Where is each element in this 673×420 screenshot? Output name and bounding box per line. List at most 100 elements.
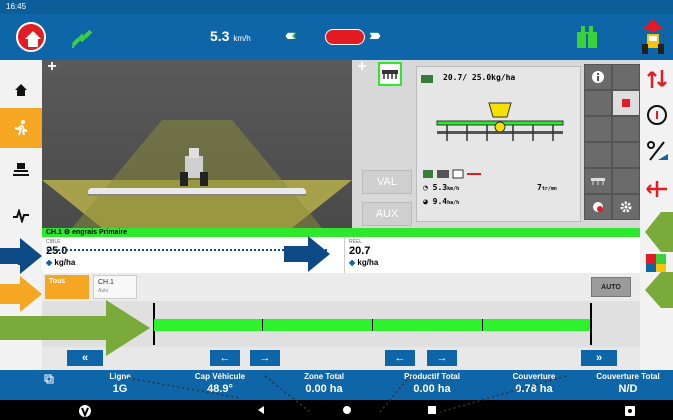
sidebar-item-usb[interactable] xyxy=(0,238,42,278)
info-heading-label: Cap Véhicule xyxy=(194,372,246,381)
actual-unit: kg/ha xyxy=(357,258,379,267)
spreader-small-icon xyxy=(591,178,605,185)
navigation-row: « ← → ← → » xyxy=(42,347,640,370)
lightbar-left-chevrons: ‹‹‹‹‹‹ xyxy=(285,27,298,44)
copy-icon[interactable] xyxy=(44,374,54,384)
val-button[interactable]: VAL xyxy=(362,170,412,194)
section-divider xyxy=(372,319,373,331)
tab-ch1-sub: Auto xyxy=(98,288,109,294)
info-zone-total: Zone Total 0.00 ha xyxy=(276,372,372,395)
percent-icon[interactable] xyxy=(644,138,670,164)
auto-button[interactable]: AUTO xyxy=(591,277,631,297)
left-sidebar xyxy=(0,60,42,370)
grid-cell-5[interactable] xyxy=(584,142,612,168)
target-value[interactable]: 25.0 xyxy=(46,245,67,257)
top-bar: 5.3 km/h ‹‹‹‹‹‹ ›››››› xyxy=(0,14,673,60)
right-toolbar xyxy=(640,60,673,370)
clock: 16:45 xyxy=(6,2,27,11)
tab-all-label: Tous xyxy=(49,278,66,285)
info-heading-value: 48.9° xyxy=(207,383,233,395)
info-icon xyxy=(592,71,604,83)
back-icon[interactable] xyxy=(256,405,266,415)
section-status-bar[interactable] xyxy=(154,319,592,331)
sidebar-item-diagnostics[interactable] xyxy=(0,196,42,236)
rotate-icon[interactable] xyxy=(644,102,670,128)
tractor-settings-icon xyxy=(13,163,29,176)
info-coverage-total: Couverture Total N/D xyxy=(580,372,673,395)
usb-icon xyxy=(16,251,26,265)
first-page-button[interactable]: « xyxy=(67,350,103,366)
home-button[interactable] xyxy=(16,22,46,52)
tab-all[interactable]: Tous xyxy=(45,275,89,299)
info-productive-total: Productif Total 0.00 ha xyxy=(384,372,480,395)
drop-icon: ◆ xyxy=(46,258,53,267)
panel-expand-button[interactable]: + xyxy=(354,59,370,76)
channel-name: CH.1 xyxy=(46,229,62,236)
channel-mode: Primaire xyxy=(99,229,128,236)
info-line: Ligne 1G xyxy=(72,372,168,395)
last-page-button[interactable]: » xyxy=(581,350,617,366)
shift-right-button[interactable]: → xyxy=(250,350,280,366)
swap-icon[interactable] xyxy=(644,66,670,92)
shift-left-button-2[interactable]: ← xyxy=(385,350,415,366)
grid-cell-3[interactable] xyxy=(584,116,612,142)
rate-divider xyxy=(344,237,345,273)
rate-panel: CIBLE 25.0 ◆ kg/ha RÉEL 20.7 ◆ kg/ha xyxy=(42,237,640,273)
camera-icon[interactable] xyxy=(624,403,636,417)
implement-icon[interactable] xyxy=(575,24,599,50)
aux-button[interactable]: AUX xyxy=(362,202,412,226)
product-icon: ⚙ xyxy=(63,229,71,236)
channel-header: CH.1 ⚙ engrais Primaire xyxy=(42,228,640,237)
valve-button[interactable] xyxy=(612,90,640,116)
field-scene xyxy=(42,120,352,228)
boom-right-edge xyxy=(590,303,592,345)
dotted-line xyxy=(47,249,327,251)
map-icon[interactable] xyxy=(644,250,670,276)
field-3d-view[interactable]: + xyxy=(42,60,352,228)
section-divider xyxy=(262,319,263,331)
settings-button[interactable] xyxy=(612,194,640,220)
status-bar: 16:45 xyxy=(0,0,673,14)
spreader-diagram xyxy=(436,102,564,141)
section-settings-button[interactable] xyxy=(584,194,612,220)
info-zone-total-value: 0.00 ha xyxy=(305,383,343,395)
grid-cell-2[interactable] xyxy=(584,90,612,116)
section-bar xyxy=(42,301,640,347)
grid-cell-7[interactable] xyxy=(612,168,640,194)
lightbar-center-indicator xyxy=(325,29,365,45)
sidebar-item-tractor-settings[interactable] xyxy=(0,150,42,190)
implement-select-button[interactable] xyxy=(378,62,402,86)
shift-right-button-2[interactable]: → xyxy=(427,350,457,366)
zoom-in-button[interactable]: + xyxy=(44,60,60,76)
shift-left-button[interactable]: ← xyxy=(210,350,240,366)
actual-value: 20.7 xyxy=(349,245,371,257)
info-zone-total-label: Zone Total xyxy=(304,372,344,381)
sidebar-item-run[interactable] xyxy=(0,108,42,148)
grid-cell-4[interactable] xyxy=(612,116,640,142)
info-coverage-total-value: N/D xyxy=(618,383,638,395)
rotation-line: 7tr/mn xyxy=(537,183,557,192)
tab-ch1-label: CH.1 xyxy=(98,279,114,286)
satellite-icon[interactable] xyxy=(70,26,94,50)
offset-icon[interactable] xyxy=(644,176,670,202)
info-button[interactable] xyxy=(584,64,612,90)
recents-icon[interactable] xyxy=(427,405,437,415)
spreader-mode-button[interactable] xyxy=(584,168,612,194)
info-heading: Cap Véhicule 48.9° xyxy=(172,372,268,395)
grid-cell-1[interactable] xyxy=(612,64,640,90)
target-unit: kg/ha xyxy=(54,258,76,267)
info-productive-total-label: Productif Total xyxy=(404,372,460,381)
tractor-icon[interactable] xyxy=(638,18,668,56)
info-coverage: Couverture 0.78 ha xyxy=(486,372,582,395)
running-icon xyxy=(14,120,28,136)
sidebar-item-home[interactable] xyxy=(0,70,42,110)
grid-cell-6[interactable] xyxy=(612,142,640,168)
home-nav-icon[interactable] xyxy=(342,405,352,415)
speed-value: 5.3 xyxy=(210,28,230,44)
pulse-icon xyxy=(13,209,29,223)
info-coverage-value: 0.78 ha xyxy=(515,383,553,395)
rate-ratio: 20.7/ 25.0kg/ha xyxy=(443,73,516,82)
tab-ch1[interactable]: CH.1 Auto xyxy=(93,275,137,299)
sections-icon xyxy=(593,202,603,212)
implement-panel: + VAL AUX 20.7/ 25.0kg/ha ◔ 5.3km/h 7tr/… xyxy=(352,59,640,228)
